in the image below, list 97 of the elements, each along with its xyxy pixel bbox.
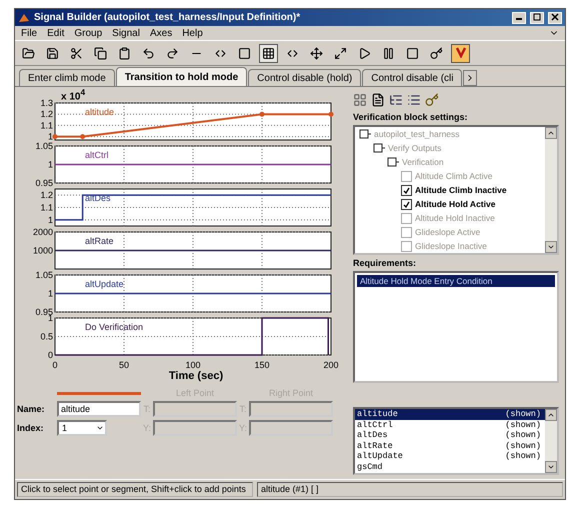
tab[interactable]: Control disable (cli [362,69,462,86]
signal-list-item[interactable]: altRate (shown) [355,440,545,451]
x-tick-label: 200 [323,360,339,370]
x-tick-label: 100 [185,360,201,370]
menu-item[interactable]: Axes [150,28,172,38]
checkbox[interactable] [401,240,412,252]
y-tick-label: 1 [48,288,53,298]
block-icon [359,129,371,139]
scrollbar[interactable] [545,127,557,253]
x-tick-label: 0 [52,360,58,370]
signal-list-item[interactable]: altitude (shown) [355,409,545,420]
signal-list-item[interactable]: altCtrl (shown) [355,420,545,430]
input-field[interactable] [249,420,333,436]
x-tick-label: 50 [119,360,129,370]
scroll-up-icon[interactable] [547,129,555,137]
scroll-down-icon[interactable] [547,463,555,471]
y-tick-label: 1.05 [35,270,53,280]
menu-item[interactable]: File [21,28,38,38]
minimize-button[interactable] [512,12,526,24]
status-text: altitude (#1) [ ] [257,482,563,497]
signal-list-item[interactable]: altUpdate (shown) [355,451,545,462]
close-icon [551,12,559,20]
caret-icon [96,424,104,432]
menu-item[interactable]: Group [74,28,102,38]
scrollbar[interactable] [545,409,557,473]
signal-label: altRate [85,236,114,246]
tree-item[interactable]: Altitude Hold Active [415,199,496,209]
maximize-icon [533,12,541,20]
menu-item[interactable]: Edit [47,28,64,38]
checkbox[interactable] [401,226,412,238]
axis-exponent: x 10$^{4}$ [61,87,86,98]
key-icon[interactable] [425,93,439,107]
y-tick-label: 1.3 [40,98,53,108]
section-heading: Verification block settings: [353,112,469,122]
index-dropdown[interactable]: 1 [57,420,107,436]
input-field[interactable] [153,420,237,436]
y-tick-label: 1.05 [35,141,53,151]
scroll-down-icon[interactable] [547,243,555,251]
signal-list-item[interactable]: gsCmd [355,462,545,472]
x-axis-label: Time (sec) [168,370,224,382]
grid-view-icon[interactable] [353,93,367,107]
signal-label: altCtrl [85,150,109,160]
y-tick-label: 1000 [32,246,53,256]
scroll-up-icon[interactable] [547,411,555,419]
status-text: Click to select point or segment, Shift+click to add points [17,482,253,497]
y-tick-label: 1.2 [40,190,53,200]
input-field[interactable] [153,401,237,417]
section-heading: Requirements: [353,258,418,268]
verification-icon[interactable] [451,44,470,62]
menu-item[interactable]: Help [182,28,203,38]
tab[interactable]: Enter climb mode [19,69,115,86]
checkbox[interactable] [401,212,412,224]
signal-label: Do Verification [85,322,144,332]
tab[interactable]: Transition to hold mode [116,67,248,86]
y-tick-label: 0.95 [35,178,53,188]
y-tick-label: 2000 [32,227,53,237]
checkbox[interactable] [401,170,412,182]
input-field[interactable] [249,401,333,417]
signal-label: altUpdate [85,279,124,289]
y-tick-label: 1.2 [40,109,53,120]
maximize-button[interactable] [530,12,544,24]
tab-scroll-button[interactable] [463,70,478,86]
menu-item[interactable]: Signal [112,28,140,38]
checkbox[interactable] [401,198,412,210]
signal-line[interactable] [55,194,331,221]
y-tick-label: 0 [48,350,53,360]
close-button[interactable] [548,12,562,24]
tree-item[interactable]: Altitude Climb Inactive [415,185,507,195]
x-tick-label: 150 [254,360,270,370]
block-icon [373,143,385,153]
window-title: Signal Builder (autopilot_test_harness/Input Definition)* [34,12,302,23]
y-tick-label: 0.95 [35,307,53,317]
name-label: Name: [17,404,46,414]
grid-icon[interactable] [259,44,278,62]
name-field[interactable]: altitude [57,401,141,417]
index-label: Index: [17,423,45,433]
y-tick-label: 1 [48,160,53,170]
list-item[interactable]: Altitude Hold Mode Entry Condition [357,275,555,287]
y-tick-label: 0.5 [40,332,53,342]
point-marker[interactable] [80,134,86,140]
point-marker[interactable] [260,112,264,117]
document-icon[interactable] [371,93,385,107]
checkbox[interactable] [401,184,412,196]
point-marker[interactable] [328,112,334,117]
y-tick-label: 1 [48,132,53,142]
point-marker[interactable] [52,134,58,140]
signal-label: altitude [85,107,114,117]
y-tick-label: 1.1 [40,120,53,130]
minimize-icon [516,18,522,20]
y-tick-label: 1 [48,214,53,225]
app-icon [18,12,30,24]
y-tick-label: 1.1 [40,202,53,212]
list-icon[interactable] [407,93,421,107]
tab[interactable]: Control disable (hold) [248,69,362,86]
signal-list-item[interactable]: altDes (shown) [355,430,545,440]
tree-icon[interactable] [389,93,403,107]
block-icon [387,157,399,167]
